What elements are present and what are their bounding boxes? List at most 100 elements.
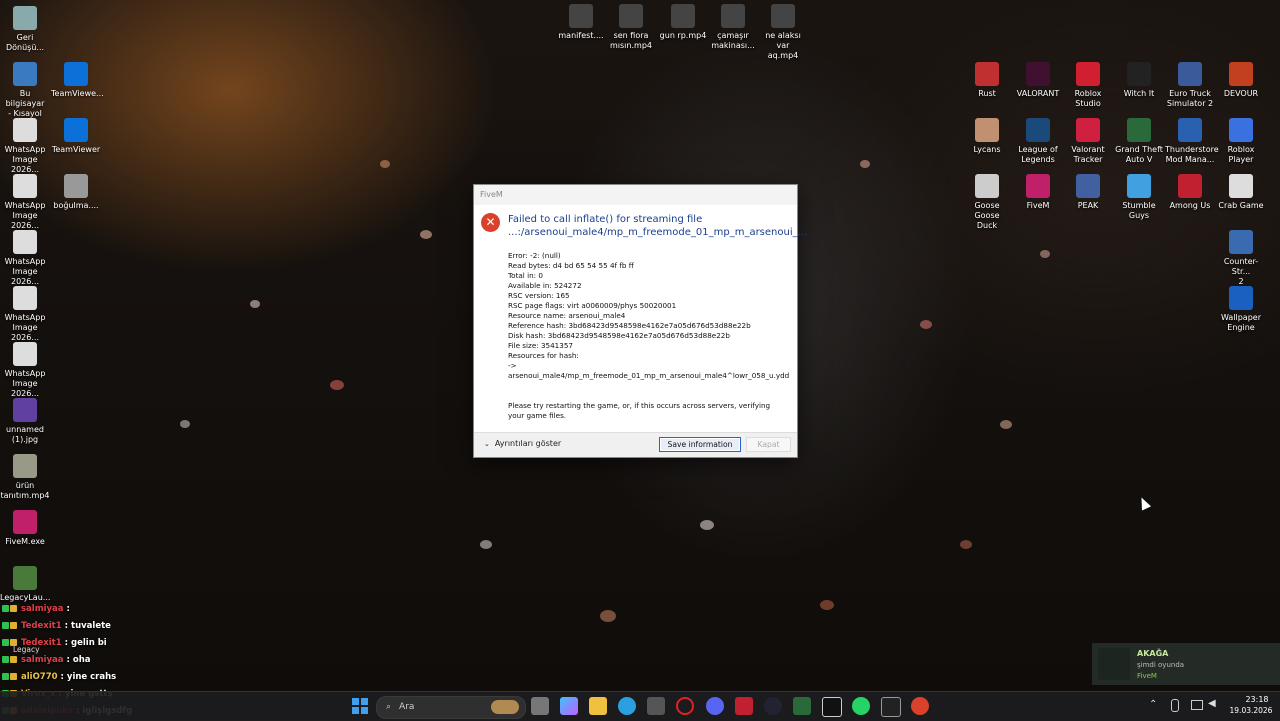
chat-message: salmiyaa: <box>2 600 302 617</box>
video-file-icon <box>771 4 795 28</box>
desktop-icon[interactable]: Counter-Str... 2 <box>1216 230 1266 287</box>
dialog-title: FiveM <box>474 185 797 205</box>
desktop-icon[interactable]: Bu bilgisayar - Kısayol <box>0 62 50 119</box>
desktop-icon[interactable]: FiveM.exe <box>0 510 50 547</box>
image-file-icon <box>13 286 37 310</box>
show-details-toggle[interactable]: ⌄ Ayrıntıları göster <box>484 439 561 448</box>
notif-game: FiveM <box>1137 672 1157 680</box>
desktop-icon[interactable]: FiveM <box>1013 174 1063 211</box>
desktop-icon[interactable]: VALORANT <box>1013 62 1063 99</box>
epic-games-icon[interactable] <box>881 697 901 717</box>
save-information-button[interactable]: Save information <box>659 437 741 452</box>
desktop-icon[interactable]: Among Us <box>1165 174 1215 211</box>
clock-date[interactable]: 19.03.2026 <box>1226 706 1276 715</box>
desktop-icon[interactable]: Grand Theft Auto V <box>1114 118 1164 165</box>
desktop-icon[interactable]: Lycans <box>962 118 1012 155</box>
close-button[interactable]: Kapat <box>746 437 791 452</box>
peak-icon <box>1076 174 1100 198</box>
desktop-icon-label: çamaşır makinası... <box>711 31 755 50</box>
desktop-icon[interactable]: WhatsApp Image 2026... <box>0 342 50 399</box>
desktop-icon-label: Counter-Str... 2 <box>1223 257 1259 286</box>
opera-icon[interactable] <box>676 697 694 715</box>
desktop-icon[interactable]: ürün tanıtım.mp4 <box>0 454 50 501</box>
desktop-icon[interactable]: WhatsApp Image 2026... <box>0 230 50 287</box>
desktop-icon[interactable]: ne alaksı var aq.mp4 <box>758 4 808 61</box>
desktop-icon-label: WhatsApp Image 2026... <box>4 257 46 286</box>
chat-message: aliO770: yine crahs <box>2 668 302 685</box>
taskbar: ⌕ Ara ⌃ ◀ 23:18 19.03.2026 <box>0 691 1280 721</box>
desktop-icon-label: League of Legends <box>1018 145 1058 164</box>
desktop-icon-label: WhatsApp Image 2026... <box>4 201 46 230</box>
desktop-icon[interactable]: Stumble Guys <box>1114 174 1164 221</box>
taskbar-search[interactable]: ⌕ Ara <box>376 696 526 719</box>
capcut-icon[interactable] <box>822 697 842 717</box>
thunderstore-icon <box>1178 118 1202 142</box>
task-view-icon[interactable] <box>531 697 549 715</box>
desktop-icon[interactable]: WhatsApp Image 2026... <box>0 286 50 343</box>
video-file-icon <box>619 4 643 28</box>
desktop-icon[interactable]: sen fiora mısın.mp4 <box>606 4 656 51</box>
desktop-icon[interactable]: Roblox Studio <box>1063 62 1113 109</box>
desktop-icon[interactable]: Euro Truck Simulator 2 <box>1165 62 1215 109</box>
ets2-icon <box>1178 62 1202 86</box>
friend-notification[interactable]: AKAĞA şimdi oyunda FiveM <box>1092 643 1280 685</box>
desktop-icon[interactable]: gun rp.mp4 <box>658 4 708 41</box>
microphone-icon[interactable] <box>1171 699 1179 712</box>
windows-start-icon[interactable] <box>351 697 369 715</box>
desktop-icon-label: Wallpaper Engine <box>1220 313 1261 332</box>
desktop-icon[interactable]: TeamViewe... <box>51 62 104 99</box>
desktop-icon[interactable]: Thunderstore Mod Mana... <box>1165 118 1219 165</box>
gta-icon <box>1127 118 1151 142</box>
desktop-icon[interactable]: unnamed (1).jpg <box>0 398 50 445</box>
edge-icon[interactable] <box>618 697 636 715</box>
subscriber-badge-icon <box>10 605 17 612</box>
error-icon: ✕ <box>481 213 500 232</box>
file-explorer-icon[interactable] <box>589 697 607 715</box>
desktop-icon-label: FiveM <box>1026 201 1050 210</box>
rust-icon <box>975 62 999 86</box>
desktop-icon-label: Lycans <box>973 145 1001 154</box>
desktop-icon[interactable]: WhatsApp Image 2026... <box>0 118 50 175</box>
desktop-icon[interactable]: Valorant Tracker <box>1063 118 1113 165</box>
desktop-icon-label: Rust <box>978 89 996 98</box>
steam-icon[interactable] <box>764 697 782 715</box>
desktop-icon[interactable]: PEAK <box>1063 174 1113 211</box>
desktop-icon[interactable]: WhatsApp Image 2026... <box>0 174 50 231</box>
minecraft-icon <box>13 566 37 590</box>
fivem-error-taskbar-icon[interactable] <box>911 697 929 715</box>
chat-username: salmiyaa <box>21 654 64 665</box>
desktop-icon[interactable]: LegacyLau... <box>0 566 50 603</box>
desktop-icon-label: Grand Theft Auto V <box>1115 145 1163 164</box>
store-icon[interactable] <box>647 697 665 715</box>
clock-time[interactable]: 23:18 <box>1240 695 1274 704</box>
desktop-icon[interactable]: Roblox Player <box>1216 118 1266 165</box>
desktop-icon-label: PEAK <box>1077 201 1099 210</box>
search-placeholder: Ara <box>399 702 415 712</box>
desktop-icon[interactable]: TeamViewer <box>51 118 101 155</box>
desktop-icon-label: WhatsApp Image 2026... <box>4 313 46 342</box>
desktop-icon-label: manifest.... <box>558 31 604 40</box>
desktop-icon[interactable]: manifest.... <box>556 4 606 41</box>
voicemod-icon[interactable] <box>735 697 753 715</box>
whatsapp-icon[interactable] <box>852 697 870 715</box>
desktop-icon[interactable]: çamaşır makinası... <box>708 4 758 51</box>
desktop-icon[interactable]: boğulma.... <box>51 174 101 211</box>
volume-icon[interactable]: ◀ <box>1208 698 1216 709</box>
desktop-icon[interactable]: Geri Dönüşü... <box>0 6 50 53</box>
desktop-icon-label: ürün tanıtım.mp4 <box>0 481 50 500</box>
desktop-icon[interactable]: Goose Goose Duck <box>962 174 1012 231</box>
network-icon[interactable] <box>1191 700 1203 710</box>
desktop-icon[interactable]: League of Legends <box>1013 118 1063 165</box>
discord-icon[interactable] <box>706 697 724 715</box>
desktop-icon[interactable]: Rust <box>962 62 1012 99</box>
image-file-icon <box>13 230 37 254</box>
desktop-icon[interactable]: Witch It <box>1114 62 1164 99</box>
video-file-icon <box>64 174 88 198</box>
app-icon[interactable] <box>793 697 811 715</box>
chevron-up-icon[interactable]: ⌃ <box>1149 699 1157 710</box>
desktop-icon[interactable]: Wallpaper Engine <box>1216 286 1266 333</box>
fivem-error-dialog: FiveM ✕ Failed to call inflate() for str… <box>473 184 807 458</box>
desktop-icon[interactable]: Crab Game <box>1216 174 1266 211</box>
desktop-icon[interactable]: DEVOUR <box>1216 62 1266 99</box>
copilot-icon[interactable] <box>560 697 578 715</box>
